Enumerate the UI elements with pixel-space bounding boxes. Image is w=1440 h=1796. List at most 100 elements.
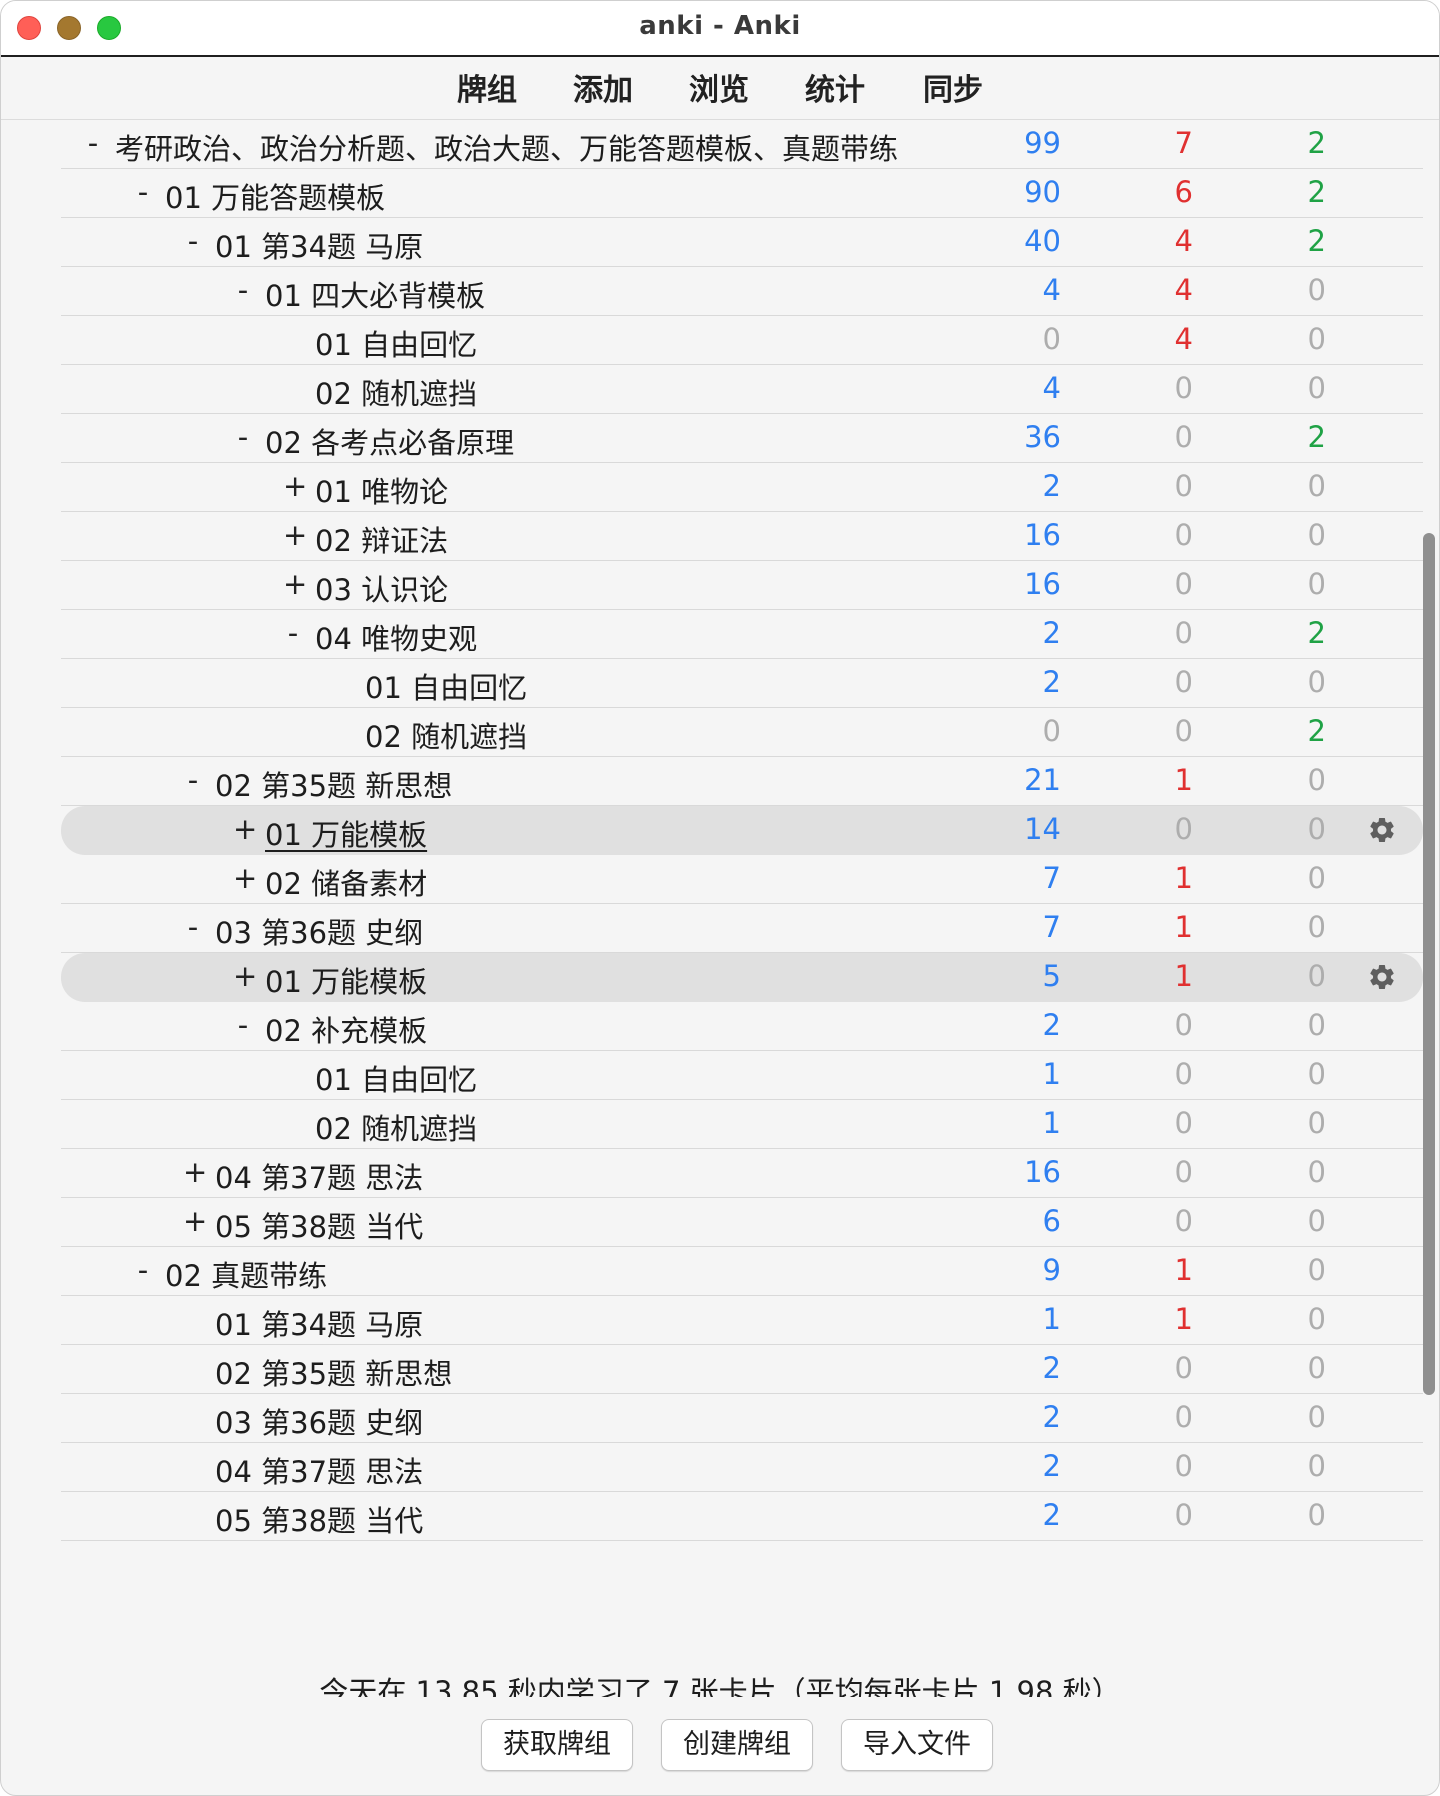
deck-row[interactable]: -02 真题带练 9 1 0: [61, 1247, 1423, 1296]
toolbar-decks[interactable]: 牌组: [457, 65, 517, 109]
expand-toggle[interactable]: +: [233, 959, 257, 993]
deck-name[interactable]: 考研政治、政治分析题、政治大题、万能答题模板、真题带练: [115, 126, 898, 168]
deck-name[interactable]: 02 第35题 新思想: [215, 1351, 452, 1393]
get-shared-decks-button[interactable]: 获取牌组: [481, 1719, 633, 1771]
collapse-toggle[interactable]: -: [233, 420, 253, 454]
collapse-toggle[interactable]: -: [283, 616, 303, 650]
deck-name[interactable]: 02 随机遮挡: [315, 371, 477, 413]
deck-name[interactable]: 01 第34题 马原: [215, 1302, 423, 1344]
study-summary: 今天在 13.85 秒内学习了 7 张卡片（平均每张卡片 1.98 秒）: [319, 1675, 1121, 1697]
deck-name[interactable]: 01 万能答题模板: [165, 175, 385, 217]
collapse-toggle[interactable]: -: [183, 224, 203, 258]
deck-learn-count: 0: [1174, 1351, 1193, 1385]
deck-learn-count: 6: [1174, 175, 1193, 209]
deck-name[interactable]: 01 自由回忆: [315, 322, 477, 364]
deck-row[interactable]: +01 唯物论 2 0 0: [61, 463, 1423, 512]
deck-name[interactable]: 04 唯物史观: [315, 616, 477, 658]
deck-name[interactable]: 05 第38题 当代: [215, 1204, 423, 1246]
expand-toggle[interactable]: +: [283, 518, 307, 552]
deck-name[interactable]: 01 万能模板: [265, 959, 427, 1001]
deck-row[interactable]: 05 第38题 当代 2 0 0: [61, 1492, 1423, 1541]
expand-toggle[interactable]: +: [283, 567, 307, 601]
deck-row[interactable]: 03 第36题 史纲 2 0 0: [61, 1394, 1423, 1443]
deck-name[interactable]: 02 随机遮挡: [315, 1106, 477, 1148]
deck-review-count: 0: [1307, 1204, 1326, 1238]
deck-name[interactable]: 01 唯物论: [315, 469, 448, 511]
deck-name[interactable]: 01 自由回忆: [315, 1057, 477, 1099]
deck-name[interactable]: 02 储备素材: [265, 861, 427, 903]
deck-name[interactable]: 04 第37题 思法: [215, 1449, 423, 1491]
deck-row[interactable]: +05 第38题 当代 6 0 0: [61, 1198, 1423, 1247]
create-deck-button[interactable]: 创建牌组: [661, 1719, 813, 1771]
deck-name[interactable]: 05 第38题 当代: [215, 1498, 423, 1540]
deck-row[interactable]: -01 四大必背模板 4 4 0: [61, 267, 1423, 316]
deck-row[interactable]: 01 自由回忆 1 0 0: [61, 1051, 1423, 1100]
deck-row[interactable]: -01 第34题 马原 40 4 2: [61, 218, 1423, 267]
deck-row[interactable]: 02 随机遮挡 4 0 0: [61, 365, 1423, 414]
expand-toggle[interactable]: +: [283, 469, 307, 503]
deck-name[interactable]: 03 认识论: [315, 567, 448, 609]
deck-row[interactable]: +01 万能模板 5 1 0: [61, 953, 1423, 1002]
deck-new-count: 2: [1042, 1008, 1061, 1042]
collapse-toggle[interactable]: -: [183, 910, 203, 944]
collapse-toggle[interactable]: -: [133, 175, 153, 209]
deck-review-count: 0: [1307, 371, 1326, 405]
deck-new-count: 7: [1042, 910, 1061, 944]
toolbar-add[interactable]: 添加: [573, 65, 633, 109]
deck-review-count: 0: [1307, 1106, 1326, 1140]
deck-name[interactable]: 02 辩证法: [315, 518, 448, 560]
deck-name[interactable]: 02 各考点必备原理: [265, 420, 514, 462]
expand-toggle[interactable]: +: [183, 1204, 207, 1238]
deck-name[interactable]: 04 第37题 思法: [215, 1155, 423, 1197]
deck-name[interactable]: 03 第36题 史纲: [215, 910, 423, 952]
collapse-toggle[interactable]: -: [233, 1008, 253, 1042]
deck-name[interactable]: 02 真题带练: [165, 1253, 327, 1295]
deck-row[interactable]: 01 第34题 马原 1 1 0: [61, 1296, 1423, 1345]
deck-row[interactable]: +02 储备素材 7 1 0: [61, 855, 1423, 904]
deck-name[interactable]: 01 自由回忆: [365, 665, 527, 707]
deck-row[interactable]: +01 万能模板 14 0 0: [61, 806, 1423, 855]
deck-review-count: 2: [1307, 616, 1326, 650]
collapse-toggle[interactable]: -: [133, 1253, 153, 1287]
deck-row[interactable]: -04 唯物史观 2 0 2: [61, 610, 1423, 659]
collapse-toggle[interactable]: -: [183, 763, 203, 797]
deck-learn-count: 1: [1174, 861, 1193, 895]
collapse-toggle[interactable]: -: [83, 126, 103, 160]
deck-row[interactable]: 04 第37题 思法 2 0 0: [61, 1443, 1423, 1492]
deck-name[interactable]: 01 万能模板: [265, 812, 427, 854]
deck-name[interactable]: 02 补充模板: [265, 1008, 427, 1050]
deck-learn-count: 0: [1174, 1057, 1193, 1091]
expand-toggle[interactable]: +: [183, 1155, 207, 1189]
deck-options-gear-icon[interactable]: [1367, 815, 1397, 845]
deck-new-count: 16: [1024, 518, 1061, 552]
deck-row[interactable]: +02 辩证法 16 0 0: [61, 512, 1423, 561]
deck-name[interactable]: 02 随机遮挡: [365, 714, 527, 756]
expand-toggle[interactable]: +: [233, 861, 257, 895]
deck-row[interactable]: +03 认识论 16 0 0: [61, 561, 1423, 610]
toolbar-stats[interactable]: 统计: [805, 65, 865, 109]
deck-name[interactable]: 02 第35题 新思想: [215, 763, 452, 805]
deck-row[interactable]: -02 第35题 新思想 21 1 0: [61, 757, 1423, 806]
deck-name[interactable]: 01 四大必背模板: [265, 273, 485, 315]
deck-row[interactable]: 02 随机遮挡 1 0 0: [61, 1100, 1423, 1149]
deck-row[interactable]: -03 第36题 史纲 7 1 0: [61, 904, 1423, 953]
deck-row[interactable]: -02 补充模板 2 0 0: [61, 1002, 1423, 1051]
deck-name[interactable]: 01 第34题 马原: [215, 224, 423, 266]
deck-name[interactable]: 03 第36题 史纲: [215, 1400, 423, 1442]
deck-row[interactable]: 02 随机遮挡 0 0 2: [61, 708, 1423, 757]
toolbar-browse[interactable]: 浏览: [689, 65, 749, 109]
deck-row[interactable]: 02 第35题 新思想 2 0 0: [61, 1345, 1423, 1394]
deck-row[interactable]: - 考研政治、政治分析题、政治大题、万能答题模板、真题带练 99 7 2: [61, 120, 1423, 169]
import-file-button[interactable]: 导入文件: [841, 1719, 993, 1771]
expand-toggle[interactable]: +: [233, 812, 257, 846]
deck-options-gear-icon[interactable]: [1367, 962, 1397, 992]
deck-learn-count: 0: [1174, 420, 1193, 454]
deck-row[interactable]: -01 万能答题模板 90 6 2: [61, 169, 1423, 218]
deck-row[interactable]: 01 自由回忆 2 0 0: [61, 659, 1423, 708]
deck-row[interactable]: 01 自由回忆 0 4 0: [61, 316, 1423, 365]
deck-row[interactable]: +04 第37题 思法 16 0 0: [61, 1149, 1423, 1198]
toolbar-sync[interactable]: 同步: [923, 65, 983, 109]
deck-list-scrollbar[interactable]: [1423, 533, 1435, 1395]
collapse-toggle[interactable]: -: [233, 273, 253, 307]
deck-row[interactable]: -02 各考点必备原理 36 0 2: [61, 414, 1423, 463]
